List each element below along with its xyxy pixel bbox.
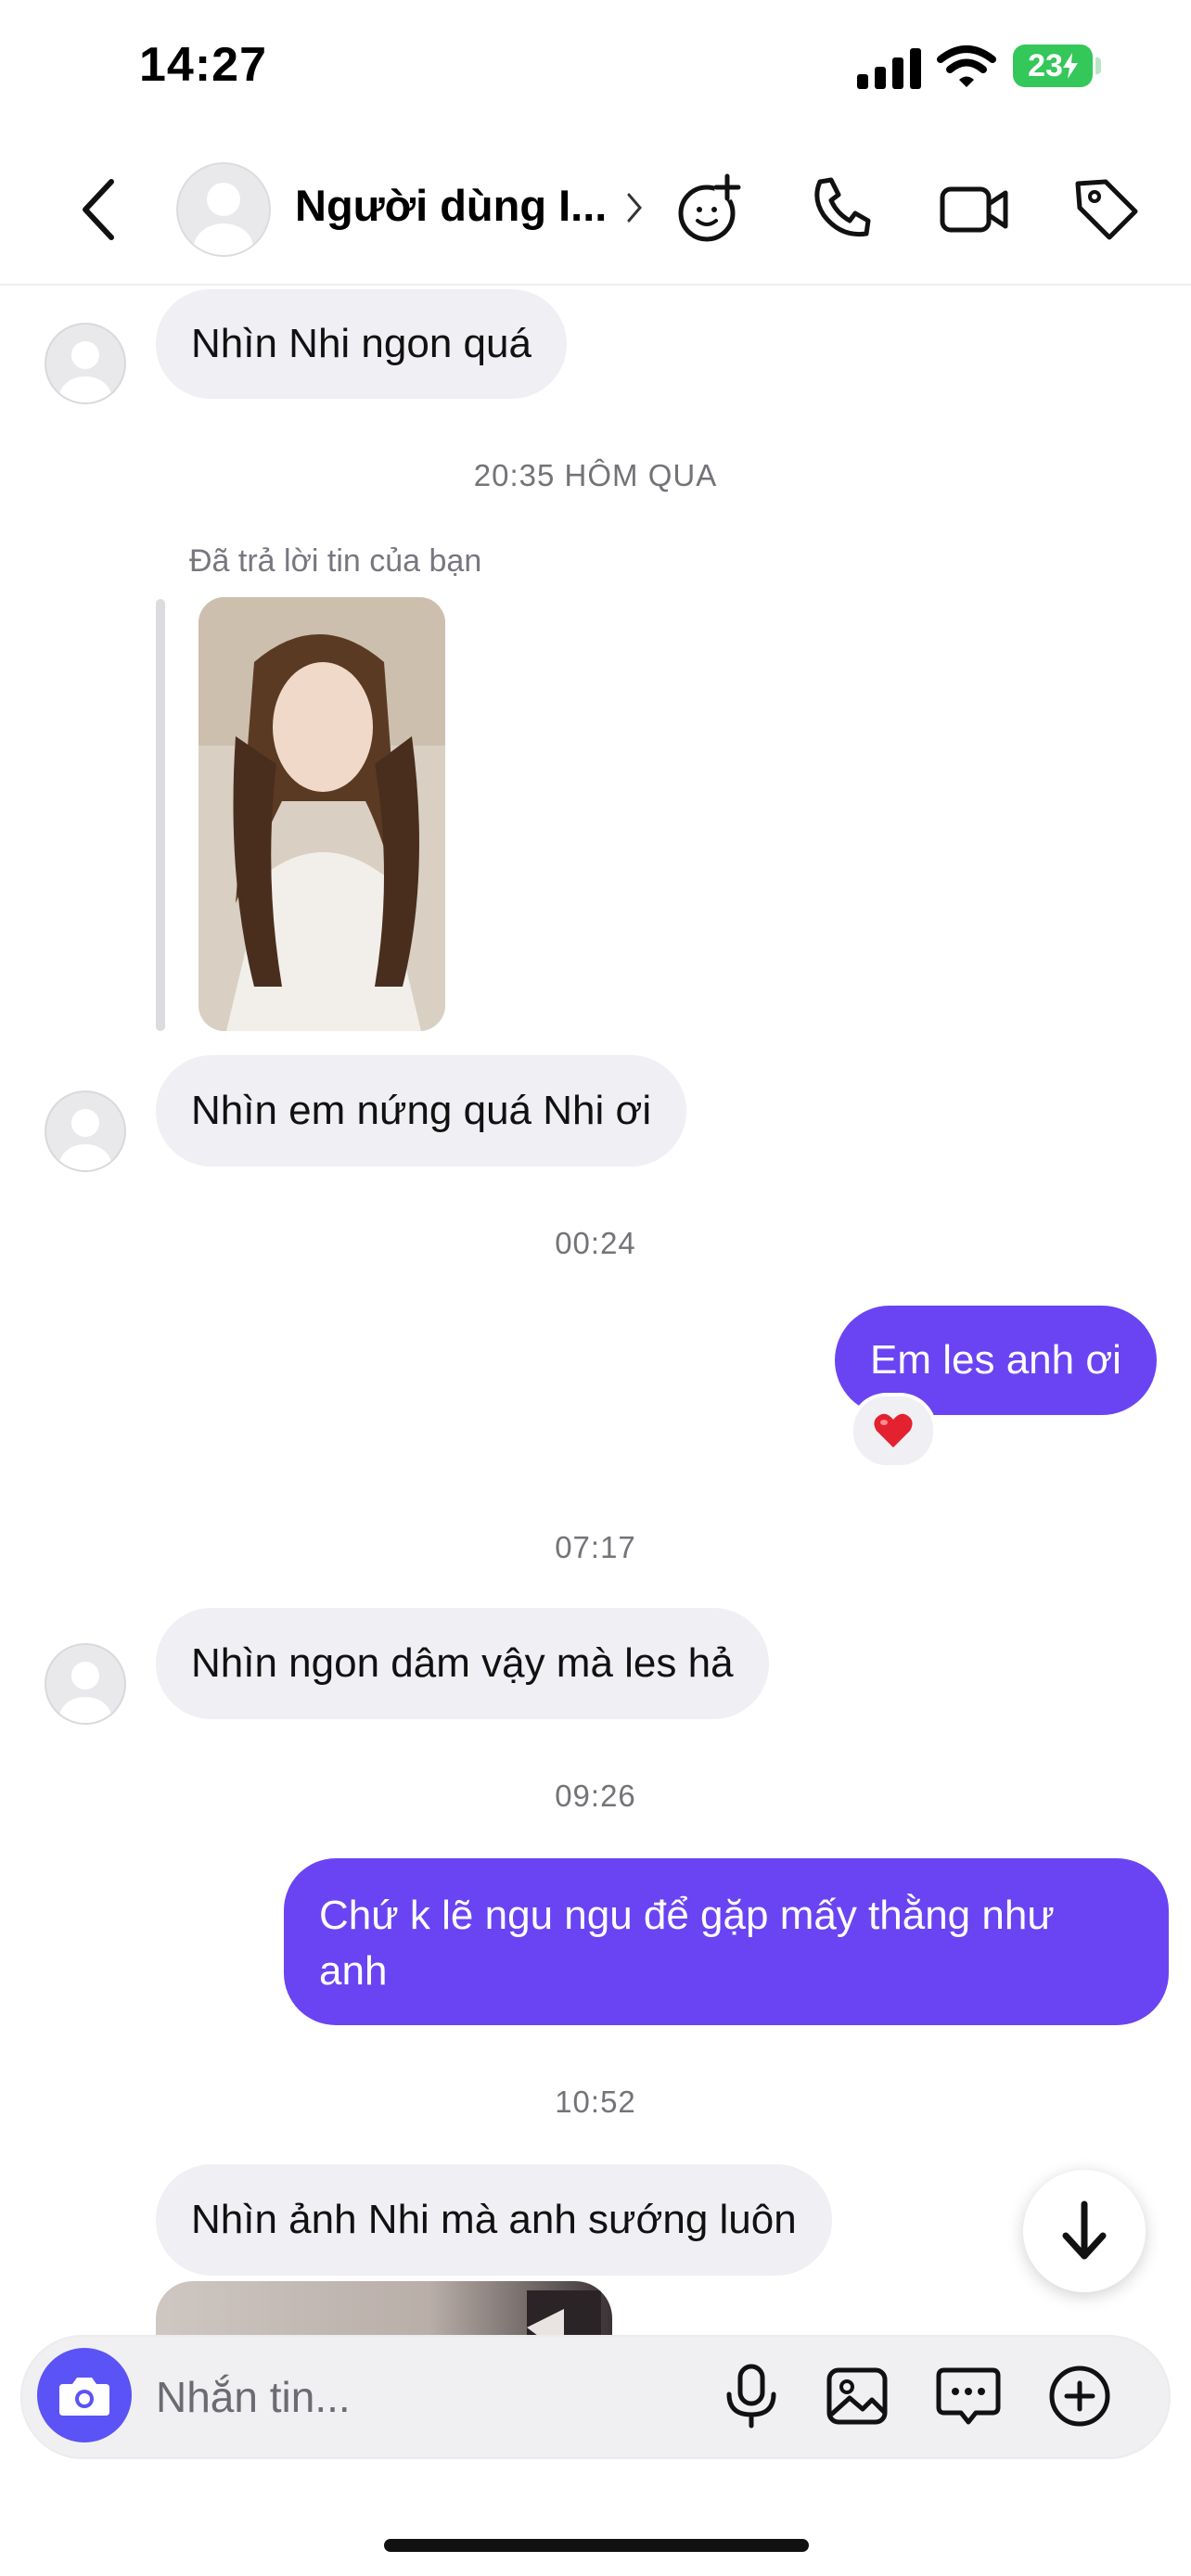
battery-level: 23 <box>1028 47 1063 83</box>
timestamp: 10:52 <box>555 2085 636 2119</box>
video-icon[interactable] <box>937 169 1011 249</box>
mic-icon[interactable] <box>716 2361 787 2431</box>
status-time: 14:27 <box>139 38 267 92</box>
message-text: Chứ k lẽ ngu ngu để gặp mấy thằng như an… <box>319 1893 1055 1994</box>
plus-circle-icon[interactable] <box>1044 2361 1115 2431</box>
message-text: Em les anh ơi <box>870 1337 1121 1383</box>
incoming-message[interactable]: Nhìn ngon dâm vậy mà les hả <box>156 1608 769 1719</box>
battery-nub <box>1095 57 1101 74</box>
back-icon[interactable] <box>72 172 128 247</box>
reaction-badge[interactable] <box>850 1393 937 1469</box>
phone-icon[interactable] <box>803 169 877 249</box>
message-text: Nhìn Nhi ngon quá <box>191 321 531 366</box>
charging-bolt-icon <box>1062 53 1078 79</box>
reply-label: Đã trả lời tin của bạn <box>189 543 482 579</box>
sender-avatar[interactable] <box>45 1643 126 1725</box>
contact-avatar[interactable] <box>176 162 271 257</box>
timestamp: 07:17 <box>555 1530 636 1564</box>
battery-indicator: 23 <box>1013 45 1093 87</box>
outgoing-message[interactable]: Chứ k lẽ ngu ngu để gặp mấy thằng như an… <box>284 1858 1169 2025</box>
incoming-message[interactable]: Nhìn ảnh Nhi mà anh sướng luôn <box>156 2164 832 2276</box>
message-input[interactable] <box>154 2368 677 2426</box>
contact-name[interactable]: Người dùng I... <box>295 180 607 231</box>
tag-icon[interactable] <box>1069 169 1143 249</box>
replied-photo[interactable] <box>198 597 445 1031</box>
incoming-message[interactable]: Nhìn Nhi ngon quá <box>156 289 567 399</box>
wifi-icon <box>937 45 996 87</box>
camera-button[interactable] <box>37 2348 132 2442</box>
reply-quote-bar <box>156 599 165 1031</box>
message-text: Nhìn em nứng quá Nhi ơi <box>191 1088 652 1133</box>
add-person-icon[interactable] <box>673 169 748 249</box>
photo-portrait <box>198 597 445 1031</box>
timestamp: 20:35 HÔM QUA <box>473 458 718 492</box>
arrow-down-icon <box>1062 2200 1107 2260</box>
signal-icon <box>857 48 921 89</box>
sender-avatar[interactable] <box>45 1090 126 1172</box>
timestamp: 00:24 <box>555 1226 636 1260</box>
image-icon[interactable] <box>822 2361 892 2431</box>
camera-icon <box>59 2378 109 2416</box>
heart-icon <box>874 1413 913 1447</box>
incoming-message[interactable]: Nhìn em nứng quá Nhi ơi <box>156 1055 687 1167</box>
message-text: Nhìn ngon dâm vậy mà les hả <box>191 1640 734 1686</box>
home-indicator[interactable] <box>384 2539 809 2552</box>
message-text: Nhìn ảnh Nhi mà anh sướng luôn <box>191 2197 797 2242</box>
scroll-to-bottom-button[interactable] <box>1023 2170 1146 2292</box>
chat-bubble-icon[interactable] <box>933 2361 1004 2431</box>
sender-avatar[interactable] <box>45 323 126 404</box>
timestamp: 09:26 <box>555 1779 636 1813</box>
chevron-right-icon[interactable] <box>623 189 646 226</box>
